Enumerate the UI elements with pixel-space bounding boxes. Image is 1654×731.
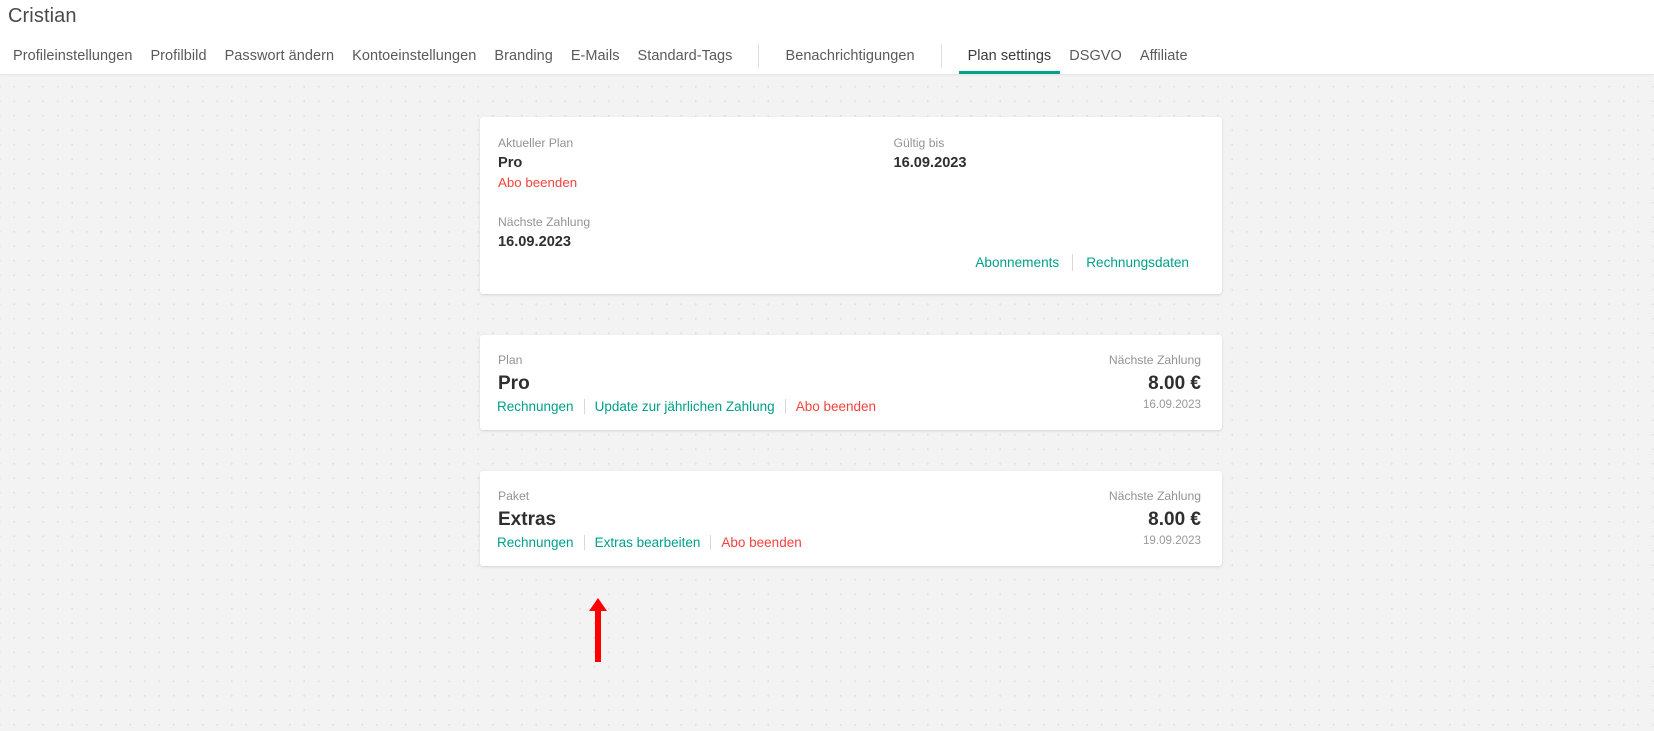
rechnungen-link[interactable]: Rechnungen [497,535,584,550]
amount-value: 8.00 € [1148,509,1201,530]
subscription-card-extras: Paket Extras Rechnungen Extras bearbeite… [480,471,1222,566]
cancel-subscription-link[interactable]: Abo beenden [498,173,577,192]
subscription-links: Rechnungen Extras bearbeiten Abo beenden [497,535,812,550]
tab-branding[interactable]: Branding [485,38,561,74]
subscription-links: Rechnungen Update zur jährlichen Zahlung… [497,399,886,414]
tab-benachrichtigungen[interactable]: Benachrichtigungen [776,38,923,74]
tab-passwort-aendern[interactable]: Passwort ändern [216,38,344,74]
tab-plan-settings[interactable]: Plan settings [958,38,1061,74]
abonnements-link[interactable]: Abonnements [962,255,1072,270]
abo-beenden-link[interactable]: Abo beenden [721,535,811,550]
app-header: Cristian Profileinstellungen Profilbild Pa… [0,0,1654,74]
link-divider [710,535,712,550]
abo-beenden-link[interactable]: Abo beenden [796,399,886,414]
subscription-title: Pro [498,373,530,394]
tab-kontoeinstellungen[interactable]: Kontoeinstellungen [343,38,485,74]
tab-standard-tags[interactable]: Standard-Tags [629,38,742,74]
current-plan-value: Pro [498,155,523,171]
tab-profilbild[interactable]: Profilbild [141,38,215,74]
tab-group-divider [940,44,942,68]
amount-label: Nächste Zahlung [1108,353,1201,367]
amount-value: 8.00 € [1148,373,1201,394]
current-plan-grid: Aktueller Plan Pro Abo beenden Nächste Z… [498,135,1201,252]
link-divider [583,535,585,550]
valid-until-label: Gültig bis [893,136,945,150]
tab-e-mails[interactable]: E-Mails [562,38,629,74]
subscription-amount-block: Nächste Zahlung 8.00 € 16.09.2023 [1109,352,1201,412]
amount-date: 16.09.2023 [1142,398,1201,411]
subscription-info: Paket Extras Rechnungen Extras bearbeite… [497,488,812,550]
subscription-type-label: Plan [498,353,523,367]
amount-date: 19.09.2023 [1142,534,1201,547]
subscription-row: Paket Extras Rechnungen Extras bearbeite… [480,471,1222,566]
subscription-row: Plan Pro Rechnungen Update zur jährliche… [480,335,1222,430]
current-plan-label: Aktueller Plan [498,136,574,150]
tab-group-divider [758,44,760,68]
current-plan-card: Aktueller Plan Pro Abo beenden Nächste Z… [480,117,1222,294]
current-plan-card-actions: Abonnements Rechnungsdaten [962,254,1202,271]
update-jaehrliche-zahlung-link[interactable]: Update zur jährlichen Zahlung [595,399,785,414]
next-payment-value: 16.09.2023 [498,234,572,250]
valid-until-value: 16.09.2023 [893,155,967,171]
subscription-amount-block: Nächste Zahlung 8.00 € 19.09.2023 [1109,488,1201,548]
link-divider [784,399,786,414]
extras-bearbeiten-link[interactable]: Extras bearbeiten [595,535,711,550]
tab-dsgvo[interactable]: DSGVO [1060,38,1131,74]
tab-profileinstellungen[interactable]: Profileinstellungen [4,38,141,74]
tab-affiliate[interactable]: Affiliate [1131,38,1197,74]
page-title: Cristian [8,5,77,27]
subscription-info: Plan Pro Rechnungen Update zur jährliche… [497,352,886,414]
current-plan-right-column: Gültig bis 16.09.2023 [850,135,1202,252]
subscription-title: Extras [498,509,557,530]
subscription-card-pro: Plan Pro Rechnungen Update zur jährliche… [480,335,1222,430]
settings-tab-bar: Profileinstellungen Profilbild Passwort än… [0,38,1654,74]
subscription-type-label: Paket [498,489,530,503]
annotation-arrow-up-icon [589,598,607,662]
link-divider [583,399,585,414]
next-payment-label: Nächste Zahlung [498,215,591,229]
current-plan-left-column: Aktueller Plan Pro Abo beenden Nächste Z… [498,135,850,252]
page-content: Aktueller Plan Pro Abo beenden Nächste Z… [0,74,1654,731]
rechnungsdaten-link[interactable]: Rechnungsdaten [1073,255,1202,270]
rechnungen-link[interactable]: Rechnungen [497,399,584,414]
cards-column: Aktueller Plan Pro Abo beenden Nächste Z… [480,117,1222,566]
amount-label: Nächste Zahlung [1108,489,1201,503]
